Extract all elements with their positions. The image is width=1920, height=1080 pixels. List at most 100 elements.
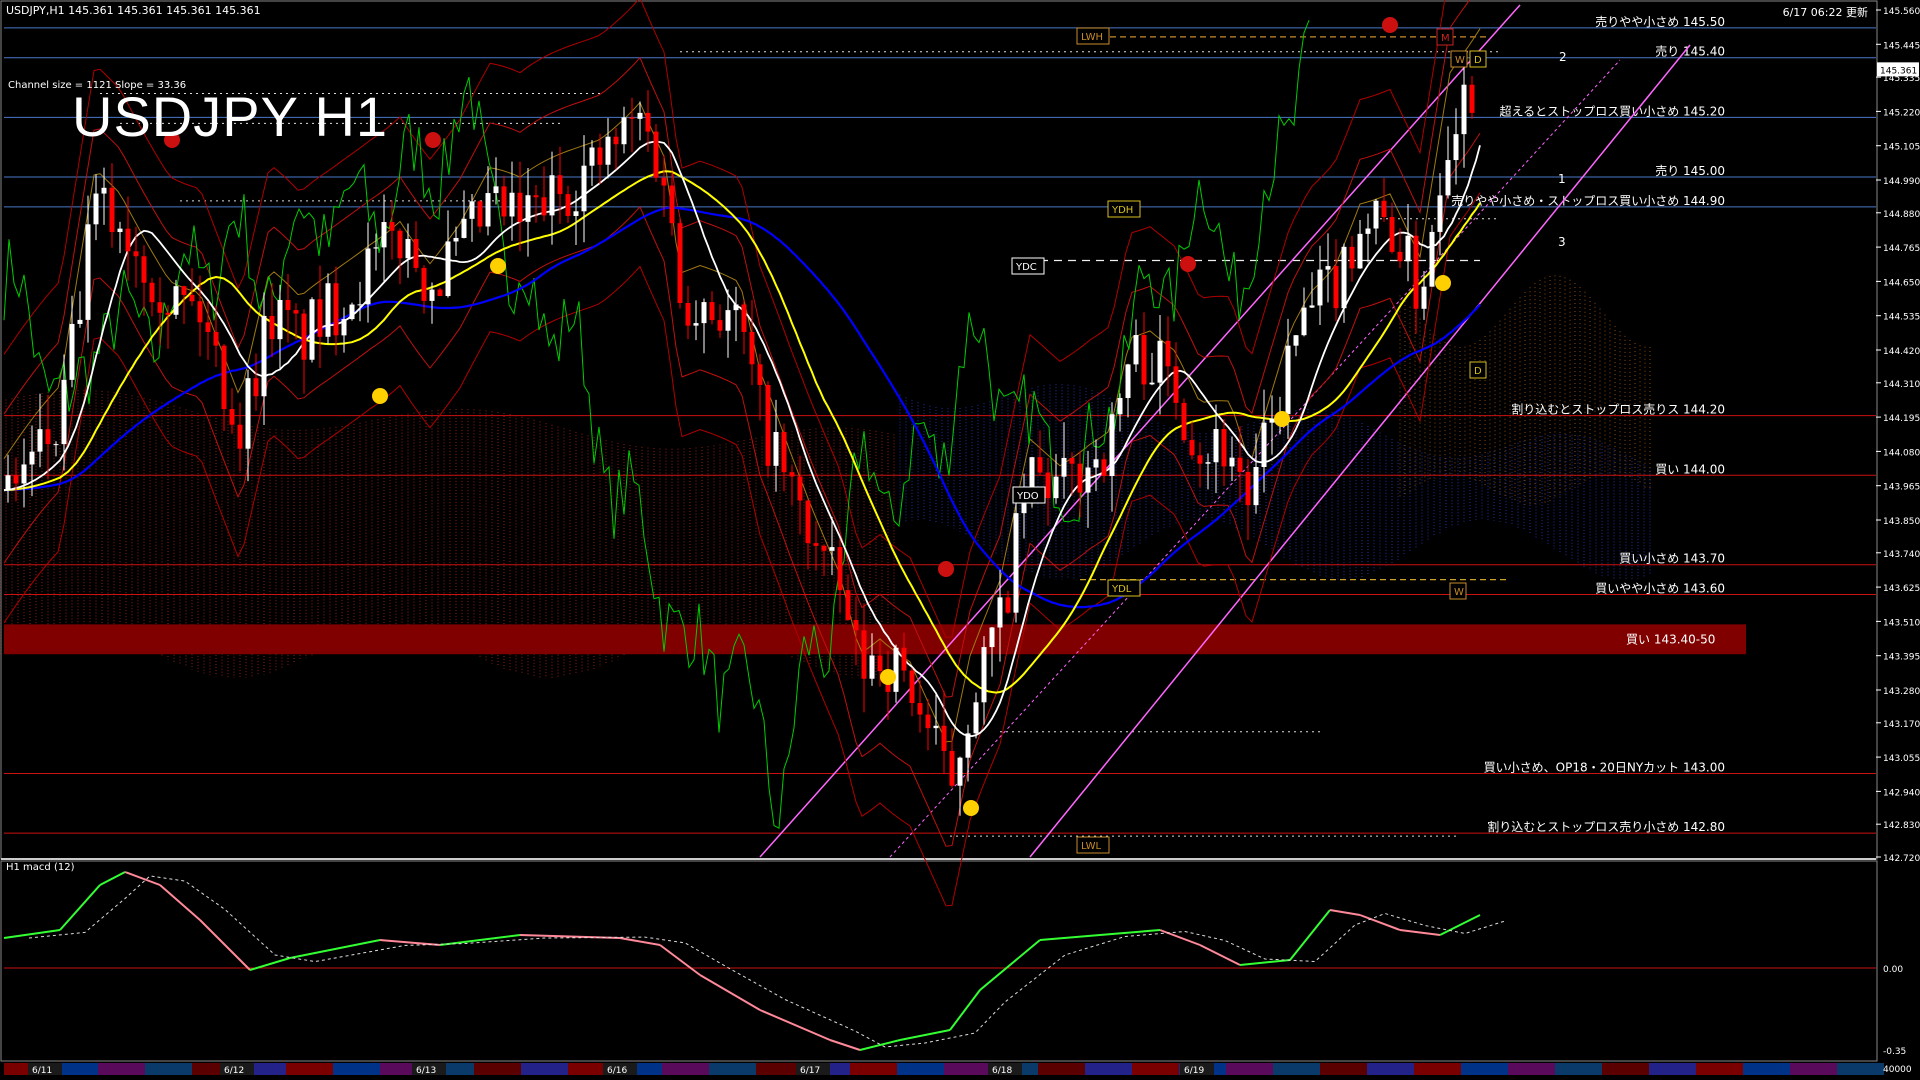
macd-tick-label: 0.00 xyxy=(1883,965,1903,975)
candle-body xyxy=(5,475,11,491)
price-tick-label: 144.990 xyxy=(1883,177,1920,187)
price-tick-label: 142.940 xyxy=(1883,788,1920,798)
candle-body xyxy=(565,194,571,216)
macd-top-value: 0.54 xyxy=(1883,863,1903,873)
macd-line-segment xyxy=(59,884,101,931)
candle-body xyxy=(1469,84,1475,113)
date-strip-segment xyxy=(98,1063,145,1075)
candle-body xyxy=(1373,200,1379,229)
volume-label: 40000 xyxy=(1883,1065,1912,1075)
candle-body xyxy=(1285,345,1291,415)
date-label: 6/18 xyxy=(992,1066,1012,1076)
candle-body xyxy=(1213,429,1219,463)
candle-body xyxy=(445,241,451,297)
candle-body xyxy=(325,283,331,337)
candle-body xyxy=(1341,246,1347,309)
candle-body xyxy=(1333,266,1339,309)
candle-body xyxy=(477,201,483,227)
candle-body xyxy=(421,267,427,301)
candle-body xyxy=(1013,513,1019,613)
candle-body xyxy=(997,597,1003,628)
candle-body xyxy=(725,310,731,331)
candle-body xyxy=(941,725,947,751)
macd-line-segment xyxy=(439,934,521,946)
candle-body xyxy=(101,187,107,194)
date-strip-segment xyxy=(1790,1063,1837,1075)
candle-body xyxy=(1461,84,1467,135)
candle-body xyxy=(1085,467,1091,493)
level-label: 売り 145.00 xyxy=(1655,163,1725,178)
candle-body xyxy=(693,323,699,326)
macd-line-segment xyxy=(1239,959,1291,966)
candle-body xyxy=(397,230,403,259)
candle-body xyxy=(181,286,187,295)
date-strip-segment xyxy=(1555,1063,1602,1075)
candle-body xyxy=(741,304,747,332)
date-strip-segment xyxy=(1414,1063,1461,1075)
date-strip-segment xyxy=(1226,1063,1273,1075)
price-tick-label: 144.080 xyxy=(1883,448,1920,458)
candle-body xyxy=(605,136,611,165)
price-tick-label: 144.420 xyxy=(1883,347,1920,357)
price-tick-label: 143.625 xyxy=(1883,584,1920,594)
candle-body xyxy=(1109,414,1115,477)
candle-body xyxy=(1405,235,1411,262)
candle-body xyxy=(853,619,859,631)
candle-body xyxy=(597,147,603,165)
date-strip-segment xyxy=(286,1063,333,1075)
current-price-label: 145.361 xyxy=(1880,66,1917,76)
macd-tick-label: -0.35 xyxy=(1883,1047,1906,1057)
price-tick-label: 144.880 xyxy=(1883,210,1920,220)
candle-body xyxy=(21,464,27,484)
date-strip-segment xyxy=(944,1063,991,1075)
candle-body xyxy=(165,312,171,315)
candle-body xyxy=(133,251,139,257)
candle-body xyxy=(1221,429,1227,467)
candle-body xyxy=(317,299,323,337)
macd-line-segment xyxy=(949,989,981,1031)
marker-d-top: D xyxy=(1474,55,1482,66)
candle-body xyxy=(829,547,835,551)
candle-body xyxy=(285,299,291,311)
candle-body xyxy=(1261,422,1267,468)
candle-body xyxy=(125,228,131,252)
channel-upper xyxy=(759,4,1521,858)
date-strip-segment xyxy=(145,1063,192,1075)
candle-body xyxy=(109,187,115,233)
candle-body xyxy=(701,302,707,324)
candle-body xyxy=(1357,233,1363,269)
date-label: 6/16 xyxy=(607,1066,627,1076)
candle-body xyxy=(749,331,755,365)
candle-body xyxy=(1197,455,1203,464)
macd-line-segment xyxy=(1399,929,1441,936)
candle-body xyxy=(797,476,803,501)
level-label: 割り込むとストップロス売りス 144.20 xyxy=(1511,402,1725,417)
candle-body xyxy=(1269,418,1275,423)
candle-body xyxy=(1309,305,1315,308)
marker-3: 3 xyxy=(1558,235,1566,249)
candle-body xyxy=(341,319,347,336)
date-strip-segment xyxy=(756,1063,803,1075)
candle-body xyxy=(661,177,667,186)
candle-body xyxy=(981,647,987,703)
candle-body xyxy=(157,302,163,313)
candle-body xyxy=(925,714,931,729)
candle-body xyxy=(717,320,723,331)
candle-body xyxy=(1325,266,1331,270)
candle-body xyxy=(821,545,827,551)
macd-line-segment xyxy=(829,1039,861,1051)
candle-body xyxy=(485,193,491,227)
candle-body xyxy=(357,304,363,306)
candle-body xyxy=(189,294,195,302)
candle-body xyxy=(461,218,467,238)
price-tick-label: 144.310 xyxy=(1883,380,1920,390)
date-label: 6/17 xyxy=(800,1066,820,1076)
price-tick-label: 143.740 xyxy=(1883,550,1920,560)
candle-body xyxy=(37,429,43,452)
macd-line-segment xyxy=(899,1029,951,1041)
candle-body xyxy=(205,322,211,332)
candle-body xyxy=(237,424,243,449)
level-label: 超えるとストップロス買い小さめ 145.20 xyxy=(1500,103,1725,118)
candle-body xyxy=(773,432,779,466)
candle-body xyxy=(877,655,883,672)
